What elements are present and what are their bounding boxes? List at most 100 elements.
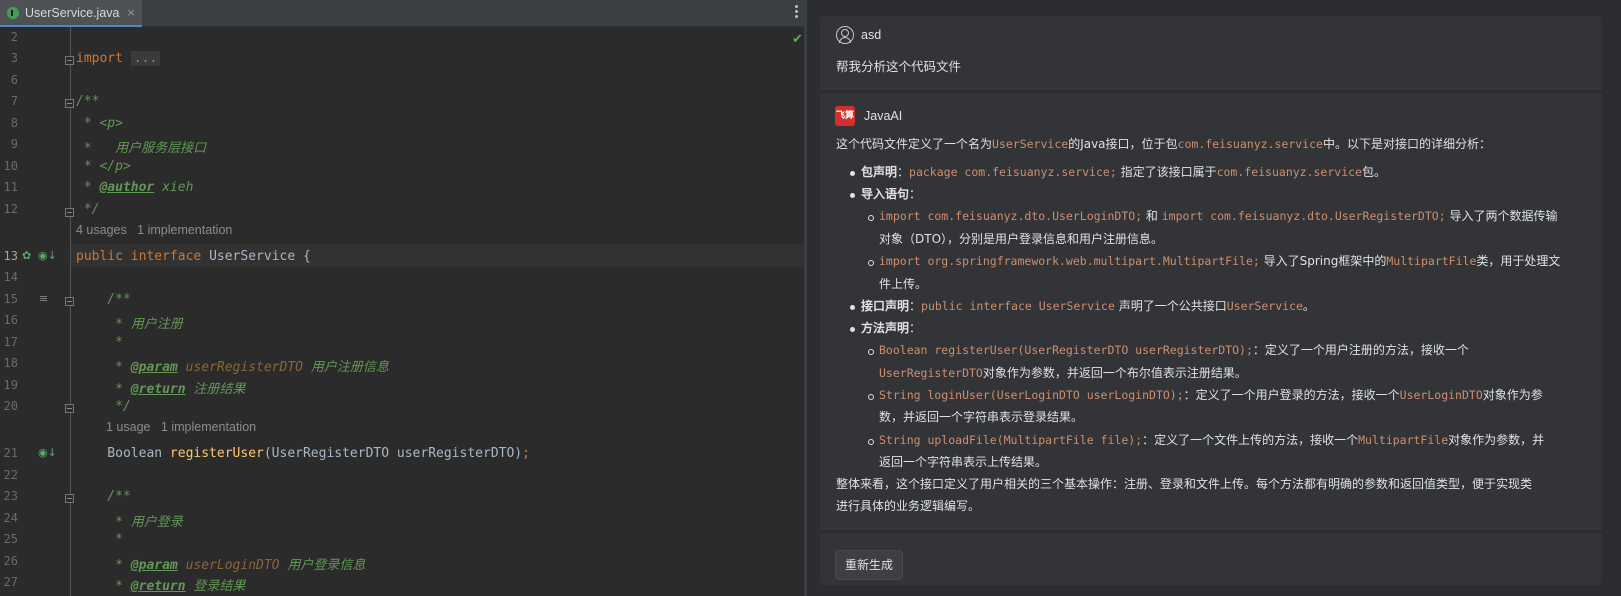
line-number: 10	[3, 159, 18, 173]
sub-bullet	[868, 439, 874, 445]
code-line: * @author xieh	[76, 180, 194, 195]
javadoc-tag: @return	[130, 579, 186, 594]
line-number: 6	[10, 73, 18, 87]
param-name: userRegisterDTO	[177, 360, 303, 375]
inline-code: public interface UserService	[921, 299, 1115, 313]
inline-code: MultipartFile	[1358, 433, 1449, 447]
line-number: 18	[3, 356, 18, 370]
java-interface-icon	[7, 6, 19, 19]
text: 中。以下是对接口的详细分析：	[1322, 137, 1491, 151]
usage-hint[interactable]: 4 usages 1 implementation	[76, 223, 232, 237]
text: 对象作为参数，并返回一个布尔值表示注册结果。	[982, 366, 1247, 380]
comment-text: *	[76, 382, 131, 397]
ai-name: JavaAI	[864, 109, 903, 123]
code-line: /**	[76, 292, 131, 307]
list-subitem: String uploadFile(MultipartFile file);：定…	[879, 429, 1544, 451]
param-name: userLoginDTO	[177, 558, 280, 573]
bullet	[850, 327, 855, 332]
sub-bullet	[868, 394, 874, 400]
code-line: * @return 注册结果	[76, 378, 245, 397]
text: ：	[909, 321, 922, 335]
code-line: public interface UserService {	[76, 249, 311, 264]
list-item-interface: 接口声明：public interface UserService 声明了一个公…	[861, 295, 1315, 317]
fold-toggle-icon[interactable]	[65, 208, 74, 217]
code-line: *	[76, 335, 123, 350]
comment-text: *	[76, 360, 131, 375]
bullet	[850, 171, 855, 176]
line-number: 26	[3, 554, 18, 568]
more-options-icon[interactable]	[795, 5, 799, 21]
list-subitem-wrap: 件上传。	[879, 277, 928, 291]
line-number: 19	[3, 378, 18, 392]
text: 。	[1302, 299, 1315, 313]
code-line: * @param userRegisterDTO 用户注册信息	[76, 356, 389, 375]
fold-toggle-icon[interactable]	[65, 56, 74, 65]
list-subitem-wrap: 返回一个字符串表示上传结果。	[879, 455, 1048, 469]
inline-code: Boolean registerUser(UserRegisterDTO use…	[879, 343, 1253, 357]
ai-summary-wrap: 进行具体的业务逻辑编写。	[836, 499, 981, 513]
chat-scrollbar[interactable]	[1617, 0, 1621, 596]
fold-toggle-icon[interactable]	[65, 99, 74, 108]
line-number: 15	[3, 292, 18, 306]
inline-code: UserLoginDTO	[1399, 388, 1483, 402]
code-line: *	[76, 532, 123, 547]
label: 接口声明	[861, 299, 910, 313]
text: 对象作为参	[1482, 388, 1543, 402]
text: ：定义了一个用户注册的方法，接收一个	[1252, 343, 1469, 357]
text: 导入了Spring框架中的	[1259, 254, 1387, 268]
user-message: 帮我分析这个代码文件	[836, 59, 962, 74]
line-number: 17	[3, 335, 18, 349]
keyword: public	[76, 249, 123, 264]
line-number: 24	[3, 511, 18, 525]
tab-close-icon[interactable]: ×	[126, 6, 135, 19]
list-subitem-wrap: UserRegisterDTO对象作为参数，并返回一个布尔值表示注册结果。	[879, 362, 1247, 384]
comment-text: *	[76, 558, 131, 573]
structure-list-icon[interactable]: ≡	[39, 292, 48, 305]
inline-code: com.feisuanyz.service	[1216, 165, 1362, 179]
list-subitem: import org.springframework.web.multipart…	[879, 250, 1560, 272]
text: ：定义了一个用户登录的方法，接收一个	[1183, 388, 1400, 402]
usage-hint[interactable]: 1 usage 1 implementation	[106, 420, 256, 434]
line-number: 9	[10, 137, 18, 151]
ai-message-header: 飞算 JavaAI	[835, 106, 902, 126]
line-number: 21	[3, 446, 18, 460]
line-number: 8	[10, 116, 18, 130]
bean-leaf-icon[interactable]: ✿	[22, 249, 31, 262]
code-line: * @return 登录结果	[76, 575, 245, 594]
list-item-imports: 导入语句：	[861, 183, 921, 205]
ai-paragraph: 这个代码文件定义了一个名为UserService的Java接口，位于包com.f…	[836, 133, 1491, 155]
code-line: Boolean registerUser(UserRegisterDTO use…	[76, 446, 530, 461]
text: ：	[909, 187, 922, 201]
user-avatar-icon	[836, 26, 854, 44]
folded-imports[interactable]: ...	[130, 51, 161, 66]
implemented-by-icon[interactable]: ◉↓	[38, 446, 57, 459]
text: 指定了该接口属于	[1116, 165, 1217, 179]
user-message-header: asd	[836, 26, 881, 44]
line-number: 22	[3, 468, 18, 482]
javadoc-tag: @param	[130, 360, 178, 375]
fold-toggle-icon[interactable]	[65, 297, 74, 306]
implemented-by-icon[interactable]: ◉↓	[38, 249, 57, 262]
inline-code: import org.springframework.web.multipart…	[879, 254, 1260, 268]
javadoc-tag: @param	[130, 558, 178, 573]
inline-code: MultipartFile	[1386, 254, 1477, 268]
sub-bullet	[868, 215, 874, 221]
label: 导入语句	[861, 187, 910, 201]
code-line: /**	[76, 489, 131, 504]
user-name: asd	[861, 28, 882, 42]
tab-userservice-java[interactable]: UserService.java ×	[0, 0, 142, 27]
javaai-logo-icon: 飞算	[835, 106, 855, 126]
identifier: UserService {	[201, 249, 311, 264]
comment-text: 用户注册信息	[303, 360, 389, 375]
fold-toggle-icon[interactable]	[65, 494, 74, 503]
list-subitem: String loginUser(UserLoginDTO userLoginD…	[879, 384, 1543, 406]
code-editor[interactable]: UserService.java × ✔ 2 3 6 7 8 9 10 11 1…	[0, 0, 804, 596]
line-number: 12	[3, 202, 18, 216]
fold-toggle-icon[interactable]	[65, 404, 74, 413]
line-number: 20	[3, 399, 18, 413]
regenerate-button[interactable]: 重新生成	[835, 550, 904, 580]
semicolon: ;	[522, 446, 530, 461]
code-line: * <p>	[76, 116, 123, 131]
line-number: 2	[10, 30, 18, 44]
inline-code: String uploadFile(MultipartFile file);	[879, 433, 1143, 447]
